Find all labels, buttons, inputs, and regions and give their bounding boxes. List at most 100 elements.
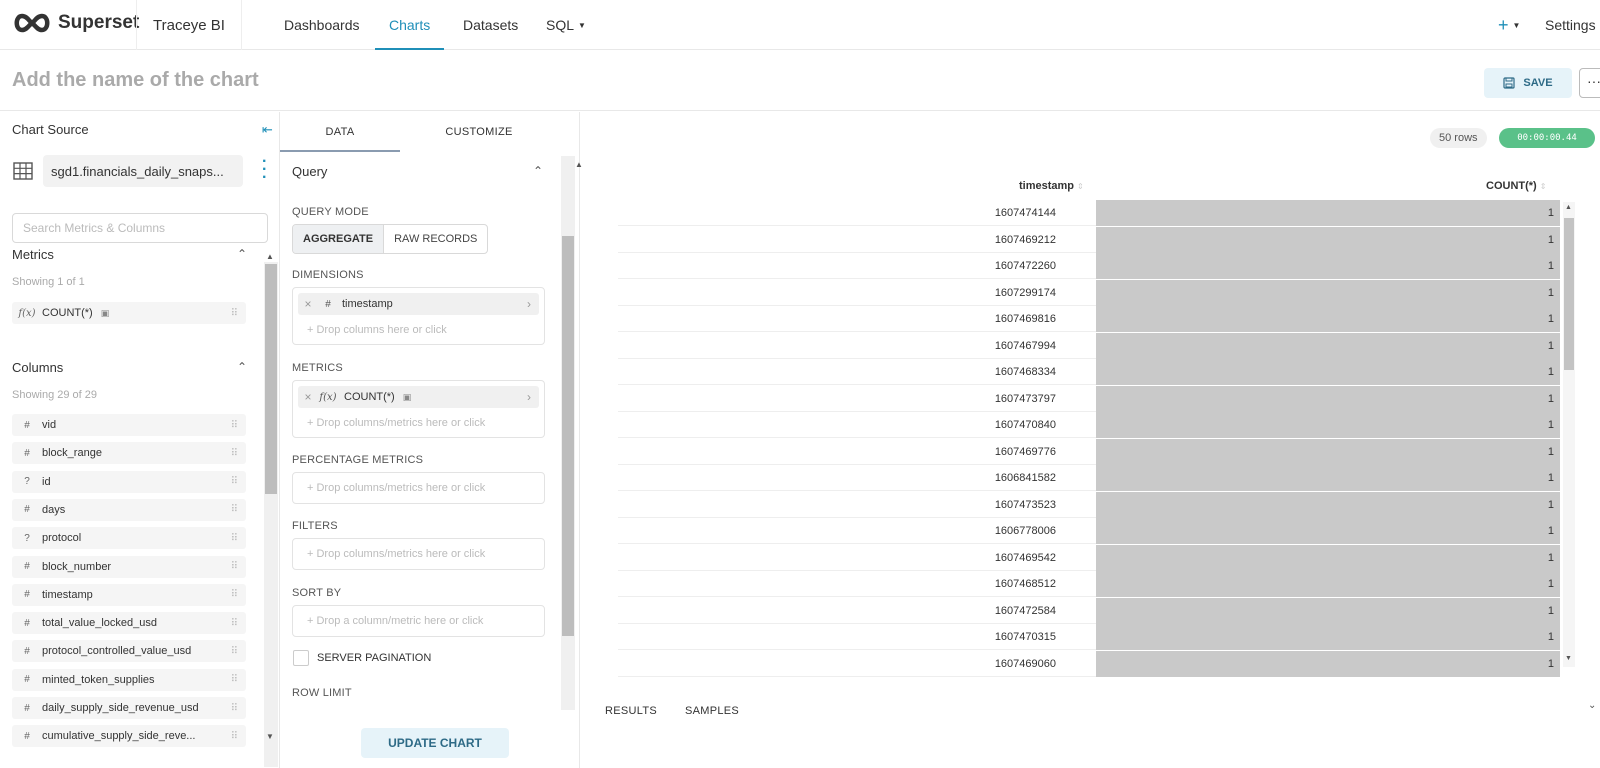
chevron-up-icon[interactable]: ⌃ [237, 247, 247, 261]
drag-handle-icon[interactable]: ⠿ [231, 646, 238, 657]
unknown-type-icon: ? [24, 476, 30, 488]
column-name: timestamp [42, 588, 93, 601]
column-item[interactable]: # days ⠿ [12, 498, 246, 521]
drag-handle-icon[interactable]: ⠿ [231, 476, 238, 487]
column-item[interactable]: # protocol_controlled_value_usd ⠿ [12, 640, 246, 663]
drop-columns-target[interactable]: + Drop columns here or click [293, 315, 544, 345]
tab-results[interactable]: RESULTS [605, 705, 657, 717]
dimension-pill[interactable]: × # timestamp › [298, 293, 539, 315]
scroll-up-icon[interactable]: ▲ [266, 252, 274, 261]
numeric-type-icon: # [24, 447, 30, 459]
remove-icon[interactable]: × [298, 297, 318, 311]
column-item[interactable]: # cumulative_supply_side_reve... ⠿ [12, 725, 246, 748]
control-panel: DATA CUSTOMIZE Query ⌃ QUERY MODE AGGREG… [280, 112, 580, 768]
chevron-down-icon[interactable]: ⌄ [1588, 700, 1596, 711]
tab-samples[interactable]: SAMPLES [685, 705, 739, 717]
infinity-logo-icon [14, 13, 50, 33]
chevron-up-icon[interactable]: ⌃ [237, 360, 247, 374]
table-row: 1606778006 1 [618, 518, 1560, 544]
column-header-timestamp[interactable]: timestamp ⇕ [1019, 180, 1084, 192]
drop-metrics-target[interactable]: + Drop columns/metrics here or click [293, 408, 544, 438]
drop-sort-target[interactable]: + Drop a column/metric here or click [293, 606, 544, 636]
sql-expression-icon: ▣ [402, 391, 412, 402]
table-row: 1607299174 1 [618, 279, 1560, 306]
dataset-name[interactable]: sgd1.financials_daily_snaps... [43, 155, 243, 187]
tab-data[interactable]: DATA [280, 112, 400, 152]
drop-filters-target[interactable]: + Drop columns/metrics here or click [293, 539, 544, 569]
column-header-count[interactable]: COUNT(*) ⇕ [1486, 180, 1546, 192]
column-item[interactable]: # block_range ⠿ [12, 442, 246, 465]
dataset-menu-icon[interactable]: · · · [262, 154, 267, 186]
metric-item[interactable]: f(x) COUNT(*) ▣ ⠿ [12, 302, 246, 324]
metric-pill[interactable]: × f(x) COUNT(*) ▣ › [298, 386, 539, 408]
drag-handle-icon[interactable]: ⠿ [231, 504, 238, 515]
drag-handle-icon[interactable]: ⠿ [231, 448, 238, 459]
scroll-up-icon[interactable]: ▲ [1565, 204, 1572, 211]
aggregate-mode-button[interactable]: AGGREGATE [293, 225, 385, 253]
timestamp-cell: 1607469060 [994, 657, 1056, 670]
column-item[interactable]: # total_value_locked_usd ⠿ [12, 612, 246, 635]
server-pagination-checkbox[interactable] [293, 650, 309, 666]
settings-menu[interactable]: Settings [1545, 0, 1596, 50]
drag-handle-icon[interactable]: ⠿ [231, 420, 238, 431]
query-section-title: Query [292, 164, 328, 179]
drag-handle-icon[interactable]: ⠿ [231, 731, 238, 742]
timestamp-cell: 1607470315 [994, 631, 1056, 643]
metric-pill-name: COUNT(*) [344, 391, 395, 403]
query-mode-toggle: AGGREGATE RAW RECORDS [292, 224, 489, 254]
count-cell: 1 [1096, 597, 1560, 624]
datasource-panel: Chart Source ⇤ sgd1.financials_daily_sna… [0, 112, 280, 768]
new-menu-button[interactable]: + ▼ [1498, 0, 1520, 50]
drag-handle-icon[interactable]: ⠿ [231, 618, 238, 629]
save-button[interactable]: SAVE [1484, 68, 1572, 98]
nav-sql[interactable]: SQL ▼ [546, 0, 586, 50]
columns-count: Showing 29 of 29 [12, 389, 98, 401]
more-options-button[interactable]: ··· [1579, 68, 1600, 98]
chevron-up-icon[interactable]: ⌃ [533, 164, 543, 178]
scroll-down-icon[interactable]: ▼ [1565, 655, 1572, 662]
collapse-panel-icon[interactable]: ⇤ [262, 122, 273, 138]
server-pagination-label: SERVER PAGINATION [317, 652, 432, 664]
timestamp-cell: 1607299174 [994, 286, 1056, 299]
update-chart-button[interactable]: UPDATE CHART [361, 728, 509, 758]
drag-handle-icon[interactable]: ⠿ [231, 533, 238, 544]
count-cell: 1 [1096, 571, 1560, 597]
column-item[interactable]: # minted_token_supplies ⠿ [12, 668, 246, 691]
count-cell: 1 [1096, 279, 1560, 306]
nav-dashboards[interactable]: Dashboards [284, 0, 360, 50]
scrollbar-thumb[interactable] [1564, 218, 1574, 370]
column-item[interactable]: # daily_supply_side_revenue_usd ⠿ [12, 697, 246, 719]
drag-handle-icon[interactable]: ⠿ [231, 561, 238, 572]
remove-icon[interactable]: × [298, 390, 318, 404]
search-metrics-columns-input[interactable]: Search Metrics & Columns [12, 213, 268, 243]
column-item[interactable]: ? id ⠿ [12, 470, 246, 493]
count-cell: 1 [1096, 544, 1560, 571]
count-cell: 1 [1096, 438, 1560, 465]
table-row: 1607469776 1 [618, 438, 1560, 465]
scrollbar-thumb[interactable] [265, 264, 277, 494]
scroll-up-icon[interactable]: ▲ [575, 160, 583, 169]
drag-handle-icon[interactable]: ⠿ [231, 308, 238, 319]
chart-source-label: Chart Source [12, 122, 89, 137]
unknown-type-icon: ? [24, 532, 30, 544]
column-item[interactable]: ? protocol ⠿ [12, 527, 246, 550]
nav-datasets[interactable]: Datasets [463, 0, 518, 50]
drop-percentage-metrics-target[interactable]: + Drop columns/metrics here or click [293, 473, 544, 503]
drag-handle-icon[interactable]: ⠿ [231, 674, 238, 685]
timestamp-cell: 1607468334 [994, 366, 1056, 378]
table-row: 1607469542 1 [618, 544, 1560, 571]
tab-customize[interactable]: CUSTOMIZE [420, 112, 538, 152]
count-cell: 1 [1096, 359, 1560, 385]
nav-charts[interactable]: Charts [374, 0, 445, 50]
scroll-down-icon[interactable]: ▼ [266, 732, 274, 741]
column-item[interactable]: # block_number ⠿ [12, 555, 246, 578]
raw-records-mode-button[interactable]: RAW RECORDS [384, 225, 487, 253]
column-item[interactable]: # timestamp ⠿ [12, 583, 246, 606]
column-item[interactable]: # vid ⠿ [12, 414, 246, 436]
drag-handle-icon[interactable]: ⠿ [231, 589, 238, 600]
chart-name-input[interactable]: Add the name of the chart [12, 69, 259, 92]
drag-handle-icon[interactable]: ⠿ [231, 703, 238, 714]
numeric-type-icon: # [24, 561, 30, 572]
scrollbar-thumb[interactable] [562, 236, 574, 636]
superset-logo[interactable]: Superset [12, 12, 139, 34]
